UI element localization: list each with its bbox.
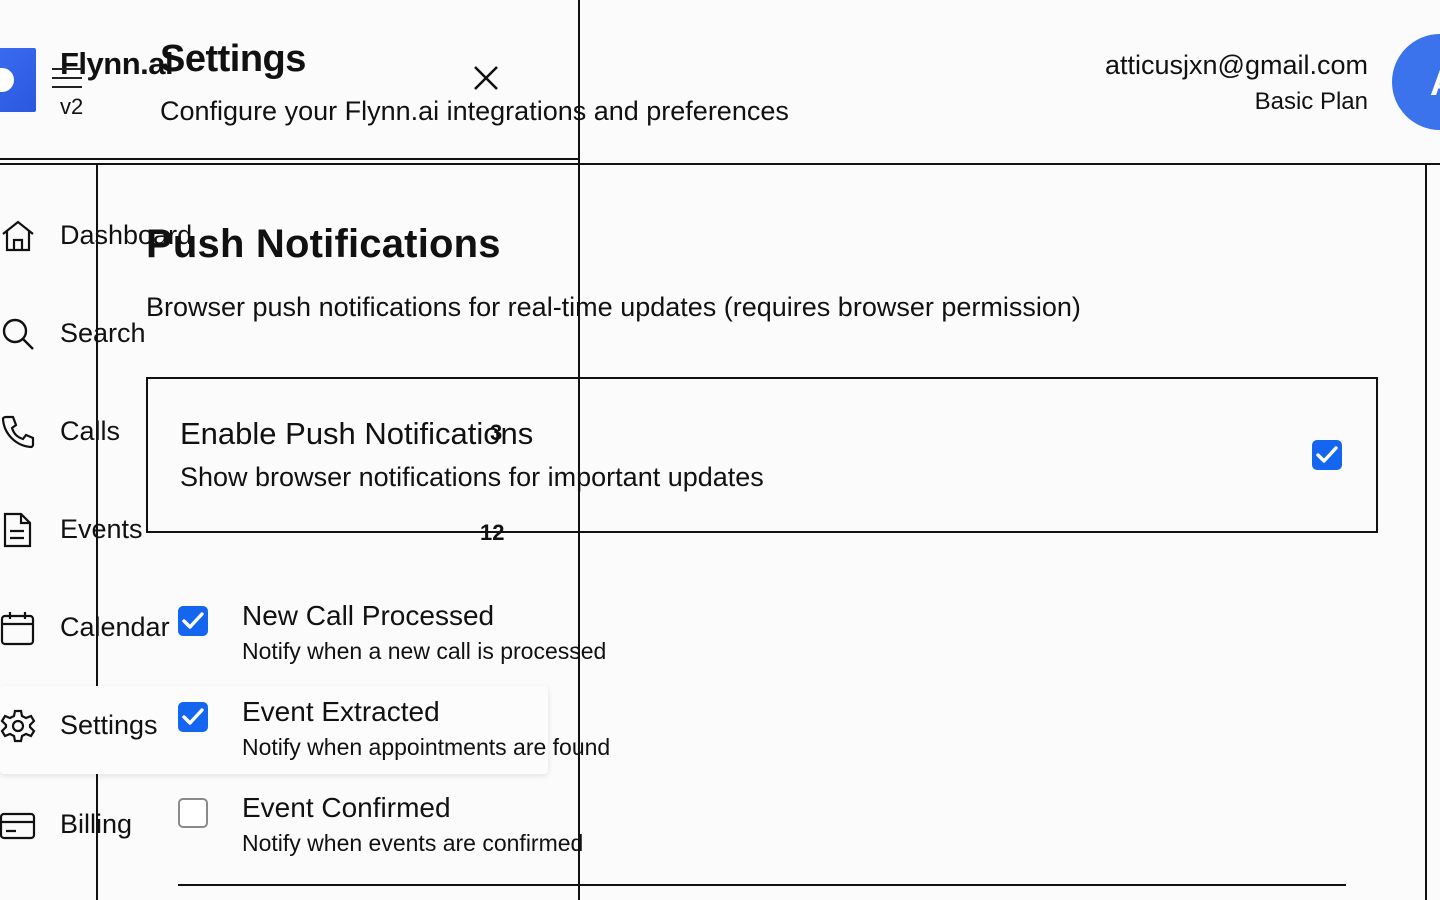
divider [178, 884, 1346, 886]
option-description: Notify when appointments are found [242, 734, 611, 760]
option-title: Event Extracted [242, 696, 440, 727]
phone-icon [0, 414, 36, 450]
option-description: Notify when a new call is processed [242, 638, 607, 664]
close-icon[interactable] [472, 64, 500, 92]
sidebar-item-label: Search [60, 318, 146, 348]
enable-push-card [146, 377, 1378, 533]
brand-version: v2 [60, 94, 84, 119]
home-icon [0, 218, 36, 254]
search-icon [0, 316, 36, 352]
avatar-initial: A [1430, 62, 1440, 104]
sidebar-item-label: Calls [60, 416, 121, 446]
sidebar-item-label: Events [60, 514, 143, 544]
divider [1425, 164, 1427, 900]
gear-icon [0, 708, 36, 744]
document-icon [0, 512, 36, 548]
enable-push-checkbox[interactable] [1312, 440, 1342, 470]
event-confirmed-checkbox[interactable] [178, 798, 208, 828]
enable-push-description: Show browser notifications for important… [180, 462, 764, 492]
menu-toggle-icon[interactable] [52, 68, 84, 92]
enable-push-title: Enable Push Notifications [180, 416, 534, 451]
page-subtitle: Configure your Flynn.ai integrations and… [160, 96, 789, 126]
calendar-icon [0, 610, 36, 646]
new-call-processed-checkbox[interactable] [178, 606, 208, 636]
user-plan: Basic Plan [1254, 88, 1368, 115]
event-extracted-checkbox[interactable] [178, 702, 208, 732]
option-title: Event Confirmed [242, 792, 451, 823]
option-title: New Call Processed [242, 600, 495, 631]
option-description: Notify when events are confirmed [242, 830, 584, 856]
section-description: Browser push notifications for real-time… [146, 292, 1081, 322]
credit-card-icon [0, 807, 36, 843]
brand-logo [0, 48, 36, 112]
sidebar-item-label: Calendar [60, 612, 170, 642]
user-email: atticusjxn@gmail.com [1105, 50, 1368, 80]
avatar[interactable]: A [1392, 34, 1440, 130]
section-title: Push Notifications [146, 222, 501, 266]
page-title: Settings [160, 38, 306, 80]
sidebar-item-label: Billing [60, 809, 133, 839]
divider [0, 158, 578, 160]
divider [0, 163, 1440, 165]
sidebar-item-label: Settings [60, 710, 158, 740]
